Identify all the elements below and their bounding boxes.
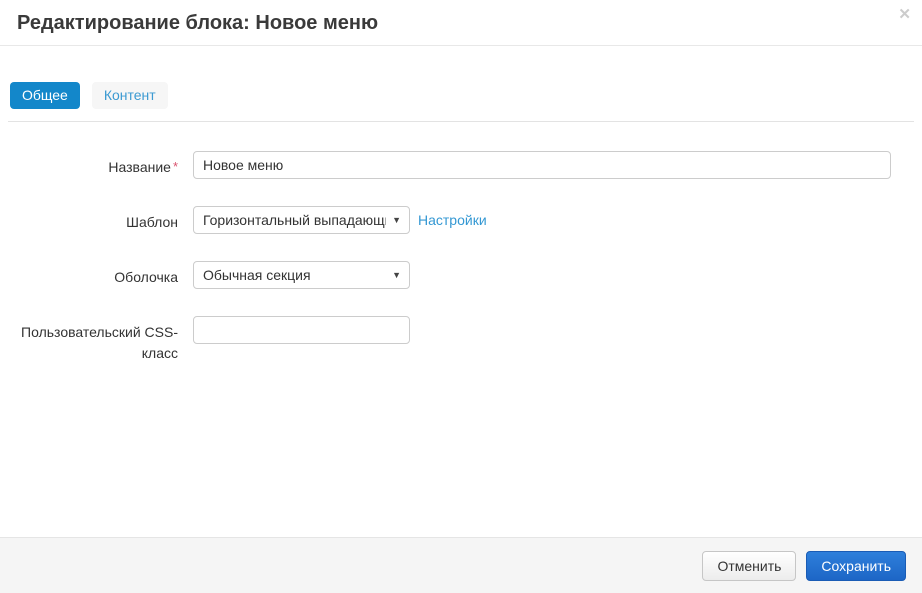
chevron-down-icon: ▼ bbox=[392, 270, 401, 280]
css-class-field-label: Пользовательский CSS-класс bbox=[0, 316, 178, 364]
block-settings-form: Название* Шаблон Горизонтальный выпадающ… bbox=[0, 122, 922, 364]
form-row-name: Название* bbox=[0, 151, 922, 179]
name-input[interactable] bbox=[193, 151, 891, 179]
wrapper-select-value: Обычная секция bbox=[203, 267, 311, 283]
template-settings-link[interactable]: Настройки bbox=[418, 206, 487, 228]
dialog-body: Общее Контент Название* Шаблон Горизонта… bbox=[0, 46, 922, 537]
save-button[interactable]: Сохранить bbox=[806, 551, 906, 581]
template-select[interactable]: Горизонтальный выпадающий ▼ bbox=[193, 206, 410, 234]
name-field-label: Название* bbox=[0, 151, 178, 178]
tab-bar: Общее Контент bbox=[10, 82, 912, 109]
form-row-template: Шаблон Горизонтальный выпадающий ▼ Настр… bbox=[0, 206, 922, 234]
dialog-title: Редактирование блока: Новое меню bbox=[17, 12, 905, 35]
edit-block-dialog: Редактирование блока: Новое меню ✕ Общее… bbox=[0, 0, 922, 593]
tab-content[interactable]: Контент bbox=[92, 82, 168, 109]
template-select-value: Горизонтальный выпадающий bbox=[203, 212, 386, 228]
dialog-footer: Отменить Сохранить bbox=[0, 537, 922, 593]
cancel-button[interactable]: Отменить bbox=[702, 551, 796, 581]
chevron-down-icon: ▼ bbox=[392, 215, 401, 225]
wrapper-field-label: Оболочка bbox=[0, 261, 178, 288]
wrapper-select[interactable]: Обычная секция ▼ bbox=[193, 261, 410, 289]
form-row-wrapper: Оболочка Обычная секция ▼ bbox=[0, 261, 922, 289]
template-field-label: Шаблон bbox=[0, 206, 178, 233]
required-asterisk: * bbox=[173, 159, 178, 174]
css-class-input[interactable] bbox=[193, 316, 410, 344]
tab-general[interactable]: Общее bbox=[10, 82, 80, 109]
dialog-header: Редактирование блока: Новое меню ✕ bbox=[0, 0, 922, 46]
form-row-css-class: Пользовательский CSS-класс bbox=[0, 316, 922, 364]
close-icon[interactable]: ✕ bbox=[895, 4, 914, 25]
